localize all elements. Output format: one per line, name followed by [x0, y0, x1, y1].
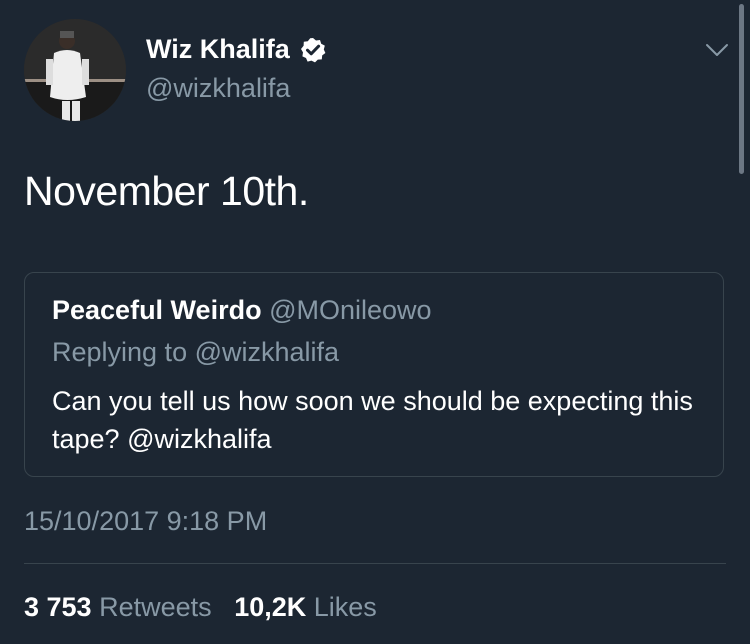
author-handle[interactable]: @wizkhalifa [146, 73, 290, 104]
profile-photo-icon [24, 19, 126, 121]
quoted-tweet-display-name: Peaceful Weirdo [52, 295, 262, 325]
verified-badge-icon [300, 37, 326, 63]
tweet-stats: 3 753 Retweets 10,2K Likes [24, 592, 377, 623]
tweet-timestamp: 15/10/2017 9:18 PM [24, 506, 268, 536]
likes-label: Likes [313, 592, 377, 622]
avatar[interactable] [24, 19, 126, 121]
tweet-detail-view: Wiz Khalifa @wizkhalifa November 10th. P… [0, 0, 750, 644]
likes-stat[interactable]: 10,2K Likes [234, 592, 377, 622]
retweets-label: Retweets [99, 592, 212, 622]
quoted-tweet-card[interactable]: Peaceful Weirdo @MOnileowo Replying to @… [24, 272, 724, 477]
quoted-tweet-handle: @MOnileowo [269, 295, 432, 325]
author-name-row: Wiz Khalifa [146, 34, 326, 65]
divider [24, 563, 726, 564]
likes-count: 10,2K [234, 592, 307, 622]
chevron-down-icon[interactable] [704, 40, 730, 60]
quoted-tweet-author: Peaceful Weirdo @MOnileowo [52, 295, 432, 326]
retweets-count: 3 753 [24, 592, 92, 622]
quoted-tweet-replying-to: Replying to @wizkhalifa [52, 337, 340, 367]
retweets-stat[interactable]: 3 753 Retweets [24, 592, 219, 622]
scrollbar[interactable] [739, 4, 744, 174]
author-display-name[interactable]: Wiz Khalifa [146, 34, 290, 65]
tweet-text: November 10th. [24, 168, 309, 214]
quoted-tweet-text: Can you tell us how soon we should be ex… [52, 386, 693, 454]
